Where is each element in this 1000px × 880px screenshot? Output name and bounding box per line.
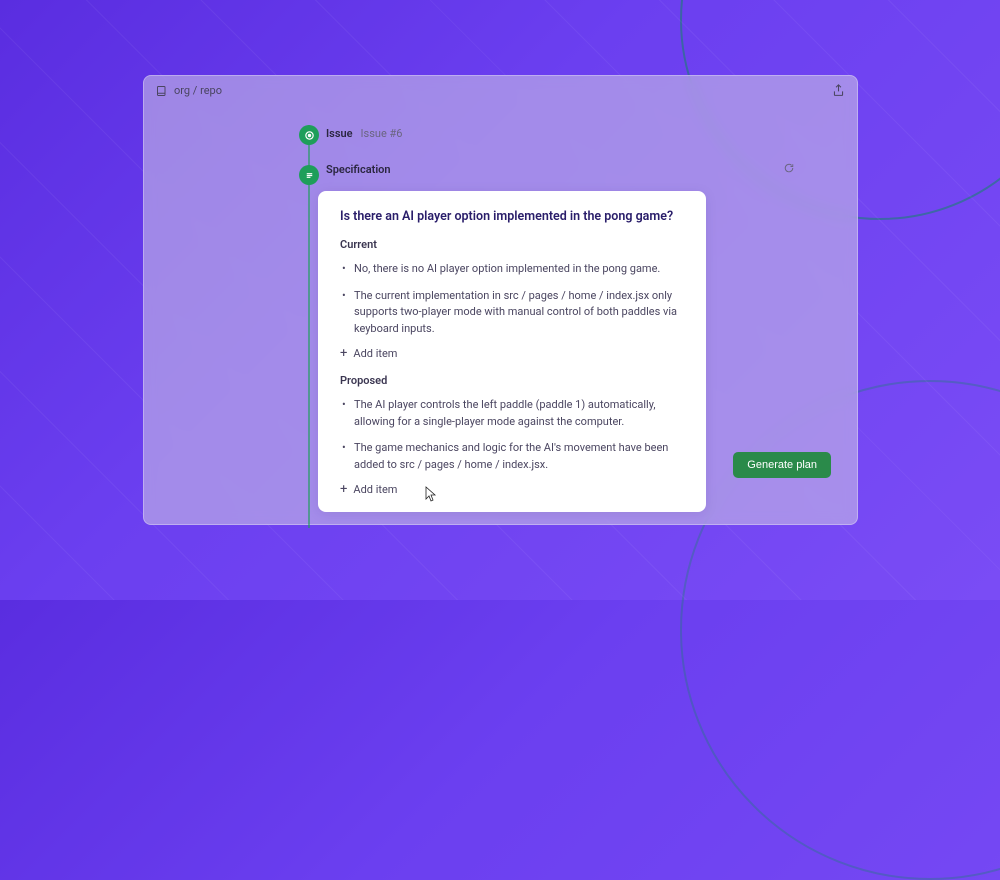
plus-icon: + [340, 483, 347, 496]
spec-row: Specification [326, 162, 817, 177]
main-panel: org / repo Issue Issue #6 Specification … [143, 75, 858, 525]
issue-label: Issue [326, 127, 353, 140]
issue-node-icon [299, 125, 319, 145]
add-current-item[interactable]: + Add item [340, 347, 684, 360]
spec-title: Is there an AI player option implemented… [340, 209, 684, 224]
list-item: The game mechanics and logic for the AI'… [340, 440, 684, 473]
refresh-icon[interactable] [783, 162, 795, 177]
list-item: No, there is no AI player option impleme… [340, 261, 684, 278]
repo-path: org / repo [174, 84, 222, 97]
add-item-label: Add item [353, 483, 397, 496]
spec-node-icon [299, 165, 319, 185]
plus-icon: + [340, 347, 347, 360]
proposed-list: The AI player controls the left paddle (… [340, 397, 684, 473]
panel-header: org / repo [144, 76, 857, 105]
generate-plan-button[interactable]: Generate plan [733, 452, 831, 478]
current-list: No, there is no AI player option impleme… [340, 261, 684, 337]
timeline-line [308, 125, 310, 528]
specification-card: Is there an AI player option implemented… [318, 191, 706, 512]
repo-breadcrumb[interactable]: org / repo [156, 84, 222, 97]
list-item: The AI player controls the left paddle (… [340, 397, 684, 430]
issue-ref: Issue #6 [361, 127, 403, 140]
list-item: The current implementation in src / page… [340, 288, 684, 338]
spec-label: Specification [326, 163, 391, 176]
current-label: Current [340, 238, 684, 251]
add-proposed-item[interactable]: + Add item [340, 483, 684, 496]
repo-icon [156, 85, 168, 97]
proposed-label: Proposed [340, 374, 684, 387]
add-item-label: Add item [353, 347, 397, 360]
issue-row[interactable]: Issue Issue #6 [326, 127, 817, 140]
share-icon[interactable] [832, 84, 845, 97]
